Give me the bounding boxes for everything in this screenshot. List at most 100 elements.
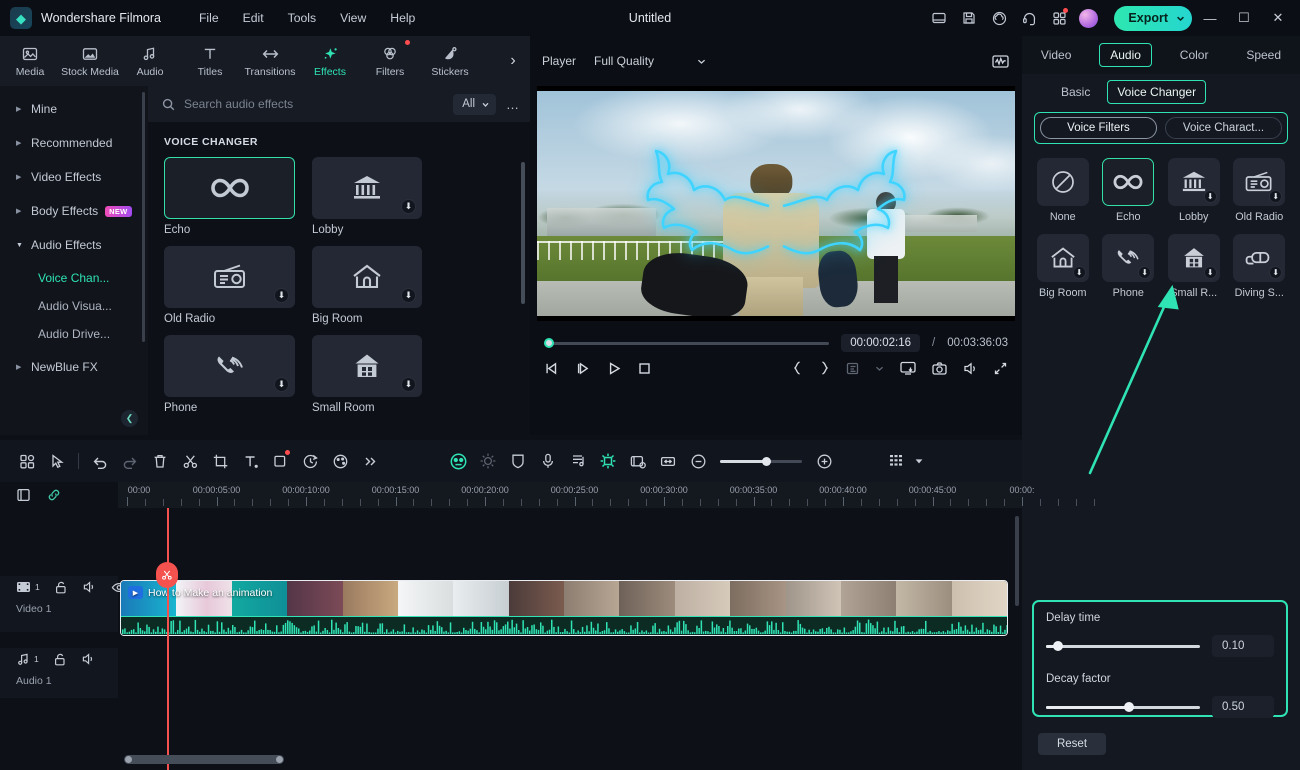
voice-card-echo[interactable]: Echo <box>1098 158 1160 223</box>
delay-time-slider[interactable] <box>1046 641 1200 651</box>
close-button[interactable]: ✕ <box>1262 3 1294 33</box>
zoom-slider[interactable] <box>720 456 802 466</box>
nav-tab-transitions[interactable]: Transitions <box>240 36 300 86</box>
effect-thumb[interactable]: ⬇ <box>312 335 422 397</box>
mute-icon[interactable] <box>81 652 96 666</box>
voice-thumb[interactable] <box>1102 158 1155 206</box>
playhead[interactable] <box>167 508 169 770</box>
select-cursor-icon[interactable] <box>42 447 72 475</box>
nav-tab-stock-media[interactable]: Stock Media <box>60 36 120 86</box>
category-recommended[interactable]: ▶ Recommended <box>8 128 140 158</box>
panel-layout-icon[interactable] <box>925 4 953 32</box>
zoom-handle[interactable] <box>762 456 771 466</box>
nav-tab-audio[interactable]: Audio <box>120 36 180 86</box>
delay-time-value[interactable]: 0.10 <box>1212 635 1274 657</box>
nav-tab-filters[interactable]: Filters <box>360 36 420 86</box>
subcategory-voice-changer[interactable]: Voice Chan... <box>8 264 140 292</box>
undo-icon[interactable] <box>85 447 115 475</box>
snapshot-button[interactable] <box>931 361 948 376</box>
download-icon[interactable]: ⬇ <box>1269 190 1283 203</box>
tab-color[interactable]: Color <box>1170 44 1219 66</box>
category-mine[interactable]: ▶ Mine <box>8 94 140 124</box>
voice-thumb[interactable]: ⬇ <box>1102 234 1155 282</box>
next-frame-button[interactable] <box>575 361 592 376</box>
minimize-button[interactable]: — <box>1194 3 1226 33</box>
effect-card-old-radio[interactable]: ⬇ Old Radio <box>164 246 295 325</box>
seek-handle[interactable] <box>544 338 554 348</box>
voice-card-diving-suit[interactable]: ⬇ Diving S... <box>1229 234 1291 299</box>
screen-record-button[interactable] <box>899 360 917 376</box>
subcategory-audio-driven[interactable]: Audio Drive... <box>8 320 140 348</box>
effect-thumb[interactable]: ⬇ <box>312 157 422 219</box>
effect-thumb[interactable]: ⬇ <box>312 246 422 308</box>
more-chevrons-icon[interactable] <box>355 447 385 475</box>
export-button[interactable]: Export <box>1114 5 1192 31</box>
cloud-upload-icon[interactable] <box>985 4 1013 32</box>
decay-factor-value[interactable]: 0.50 <box>1212 696 1274 718</box>
unlock-icon[interactable] <box>54 580 68 595</box>
mute-icon[interactable] <box>82 580 97 594</box>
microphone-icon[interactable] <box>533 447 563 475</box>
timeline-clip-video[interactable]: ▶ How to Make an animation <box>120 580 1008 636</box>
video-preview[interactable] <box>537 86 1015 321</box>
subtab-basic[interactable]: Basic <box>1052 81 1099 103</box>
category-newblue-fx[interactable]: ▶ NewBlue FX <box>8 352 140 382</box>
segment-voice-characters[interactable]: Voice Charact... <box>1165 117 1282 139</box>
effect-thumb[interactable]: ⬇ <box>164 335 295 397</box>
timeline-vertical-scrollbar[interactable] <box>1015 516 1019 606</box>
mask-icon[interactable] <box>265 447 295 475</box>
voice-thumb[interactable]: ⬇ <box>1036 234 1089 282</box>
mark-in-button[interactable] <box>791 360 804 376</box>
stabilize-shield-icon[interactable] <box>503 447 533 475</box>
tab-video[interactable]: Video <box>1031 44 1081 66</box>
playhead-split-marker[interactable] <box>156 562 178 588</box>
apps-grid-icon[interactable] <box>1045 4 1073 32</box>
zoom-in-icon[interactable] <box>809 447 839 475</box>
fullscreen-button[interactable] <box>993 361 1008 376</box>
face-detect-icon[interactable] <box>443 447 473 475</box>
effect-card-lobby[interactable]: ⬇ Lobby <box>312 157 422 236</box>
download-icon[interactable]: ⬇ <box>1072 266 1086 279</box>
subcategory-audio-visualizer[interactable]: Audio Visua... <box>8 292 140 320</box>
export-frame-button[interactable] <box>845 361 860 376</box>
current-timecode[interactable]: 00:00:02:16 <box>841 334 921 352</box>
caret-down-icon[interactable] <box>911 447 927 475</box>
effect-card-phone[interactable]: ⬇ Phone <box>164 335 295 414</box>
quality-dropdown[interactable]: Full Quality <box>586 51 715 71</box>
redo-icon[interactable] <box>115 447 145 475</box>
voice-thumb[interactable]: ⬇ <box>1167 234 1220 282</box>
crop-icon[interactable] <box>205 447 235 475</box>
fit-timeline-icon[interactable] <box>653 447 683 475</box>
voice-card-phone[interactable]: ⬇ Phone <box>1098 234 1160 299</box>
delay-time-handle[interactable] <box>1053 641 1063 651</box>
unlock-icon[interactable] <box>53 652 67 667</box>
ribbon-more-button[interactable]: › <box>502 50 524 72</box>
voice-card-none[interactable]: None <box>1032 158 1094 223</box>
effect-thumb[interactable]: ⬇ <box>164 246 295 308</box>
avatar[interactable] <box>1079 8 1099 28</box>
volume-button[interactable] <box>962 361 979 376</box>
headset-support-icon[interactable] <box>1015 4 1043 32</box>
color-palette-icon[interactable] <box>325 447 355 475</box>
effect-card-small-room[interactable]: ⬇ Small Room <box>312 335 422 414</box>
keyframe-icon[interactable] <box>593 447 623 475</box>
download-icon[interactable]: ⬇ <box>1203 190 1217 203</box>
download-icon[interactable]: ⬇ <box>1138 266 1152 279</box>
effect-card-echo[interactable]: Echo <box>164 157 295 236</box>
tab-speed[interactable]: Speed <box>1236 44 1291 66</box>
mark-out-button[interactable] <box>818 360 831 376</box>
voice-thumb[interactable]: ⬇ <box>1233 234 1286 282</box>
download-icon[interactable]: ⬇ <box>1269 266 1283 279</box>
download-icon[interactable]: ⬇ <box>1203 266 1217 279</box>
auto-enhance-icon[interactable] <box>473 447 503 475</box>
timeline-ruler[interactable]: 00:00 00:00:05:00 00:00:10:00 00:00:15:00 00… <box>118 482 1095 508</box>
nav-tab-media[interactable]: Media <box>0 36 60 86</box>
zoom-out-icon[interactable] <box>683 447 713 475</box>
maximize-button[interactable]: ☐ <box>1228 3 1260 33</box>
delete-icon[interactable] <box>145 447 175 475</box>
save-icon[interactable] <box>955 4 983 32</box>
audio-list-icon[interactable] <box>563 447 593 475</box>
download-icon[interactable]: ⬇ <box>274 288 289 303</box>
seek-bar[interactable] <box>544 338 830 348</box>
speed-clock-icon[interactable] <box>295 447 325 475</box>
